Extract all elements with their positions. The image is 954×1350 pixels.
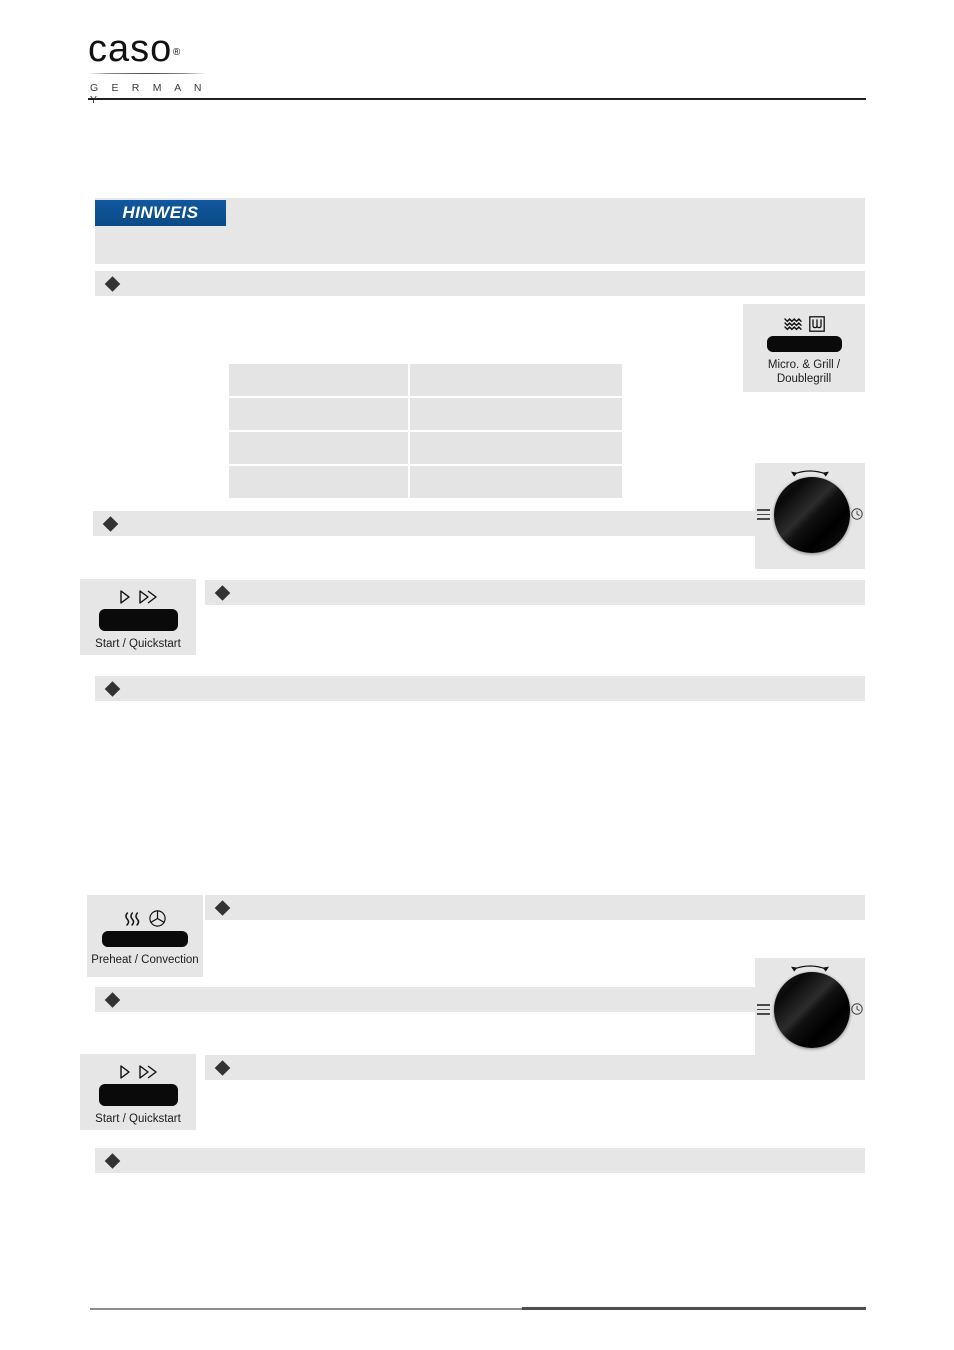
logo-word-text: caso [88,28,173,70]
bullet-row-3 [205,580,865,605]
notice-callout: HINWEIS [95,198,865,264]
fan-icon [149,910,166,927]
logo-subtitle: G E R M A N Y [90,82,207,106]
logo-divider [88,73,206,74]
menu-icon[interactable] [757,509,770,520]
document-page: caso ® G E R M A N Y HINWEIS Micro. & Gr… [0,0,954,1350]
diamond-bullet-icon [104,275,121,292]
fast-forward-icon [139,1065,157,1079]
table-cell-col-a [229,364,409,396]
diamond-bullet-icon [214,1059,231,1076]
bullet-row-8 [95,1148,865,1173]
logo-wordmark: caso ® [88,28,180,70]
key-label-start-quickstart: Start / Quickstart [95,1113,181,1125]
table-row [229,432,622,464]
play-icon [120,590,130,604]
table-cell-col-b [410,432,622,464]
table-cell-col-b [410,364,622,396]
clock-icon[interactable] [851,508,863,520]
heat-waves-icon [125,912,140,926]
parameters-table [227,362,624,500]
grill-icon [808,316,825,332]
key-plate-surface[interactable] [98,609,178,631]
diamond-bullet-icon [104,680,121,697]
table-cell-col-a [229,398,409,430]
header-divider [88,98,866,100]
table-cell-col-b [410,466,622,498]
table-row [229,466,622,498]
diamond-bullet-icon [102,515,119,532]
microwave-wave-icon [783,317,802,331]
table-cell-col-a [229,466,409,498]
key-label-preheat-convection: Preheat / Convection [91,954,199,966]
clock-icon[interactable] [851,1003,863,1015]
key-label-start-quickstart: Start / Quickstart [95,638,181,650]
key-icon-group [118,583,158,605]
table-cell-col-b [410,398,622,430]
diamond-bullet-icon [214,899,231,916]
diamond-bullet-icon [104,1152,121,1169]
diamond-bullet-icon [104,991,121,1008]
table-body [229,364,622,498]
bullet-row-2 [93,511,755,536]
key-start-quickstart-bottom[interactable]: Start / Quickstart [80,1054,196,1130]
rotary-knob-dial[interactable] [774,477,850,553]
footer-divider-left [90,1308,522,1310]
key-icon-group [124,905,166,927]
rotary-knob-control-top[interactable] [755,463,865,569]
key-start-quickstart-top[interactable]: Start / Quickstart [80,579,196,655]
footer-divider-right [522,1307,866,1310]
notice-tag-label: HINWEIS [95,200,226,226]
bullet-row-5 [205,895,865,920]
key-plate-surface[interactable] [98,1084,178,1106]
rotary-knob-dial[interactable] [774,972,850,1048]
key-micro-grill-doublegrill[interactable]: Micro. & Grill / Doublegrill [743,304,865,392]
key-label-line-2: Doublegrill [776,373,832,385]
key-icon-group [783,310,825,332]
key-preheat-convection[interactable]: Preheat / Convection [87,895,203,977]
bullet-row-1 [95,271,865,296]
key-plate-surface[interactable] [102,931,188,947]
key-label-micro-grill: Micro. & Grill / Doublegrill [768,358,840,386]
table-cell-col-a [229,432,409,464]
rotary-knob-control-bottom[interactable] [755,958,865,1064]
table-row [229,364,622,396]
key-label-line-1: Micro. & Grill / [767,359,841,371]
play-icon [120,1065,130,1079]
registered-trademark-icon: ® [172,47,182,58]
table-row [229,398,622,430]
bullet-row-6 [95,987,755,1012]
brand-logo: caso ® G E R M A N Y [88,28,208,106]
key-plate-surface[interactable] [766,336,842,352]
bullet-row-4 [95,676,865,701]
diamond-bullet-icon [214,584,231,601]
menu-icon[interactable] [757,1004,770,1015]
key-icon-group [118,1058,158,1080]
fast-forward-icon [139,590,157,604]
